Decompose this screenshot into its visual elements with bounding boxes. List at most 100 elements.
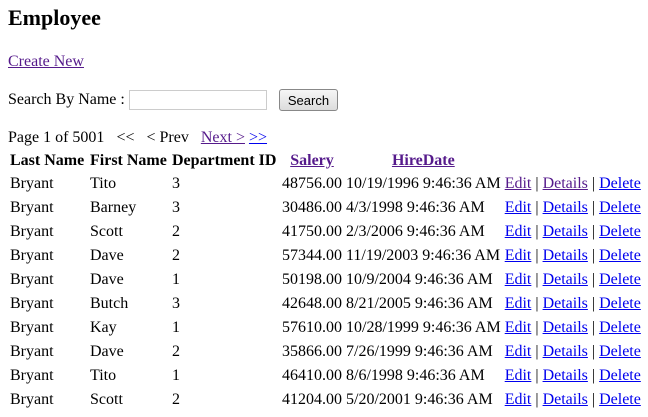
cell-department-id: 2 bbox=[172, 391, 180, 408]
cell-first-name: Tito bbox=[90, 175, 117, 192]
separator: | bbox=[535, 343, 539, 360]
row-actions: Edit | Details | Delete bbox=[503, 220, 643, 244]
cell-salery: 41750.00 bbox=[282, 223, 342, 240]
details-link[interactable]: Details bbox=[543, 199, 588, 216]
separator: | bbox=[535, 175, 539, 192]
cell-hiredate: 5/20/2001 9:46:36 AM bbox=[346, 391, 493, 408]
search-bar: Search By Name : Search bbox=[8, 89, 339, 111]
col-salery: Salery bbox=[280, 150, 344, 172]
separator: | bbox=[535, 199, 539, 216]
table-row: Bryant Butch 3 42648.00 8/21/2005 9:46:36 AM… bbox=[8, 292, 643, 316]
separator: | bbox=[591, 319, 596, 336]
row-actions: Edit | Details | Delete bbox=[503, 292, 643, 316]
details-link[interactable]: Details bbox=[543, 247, 588, 264]
last-page-link[interactable]: >> bbox=[249, 129, 267, 146]
table-row: Bryant Scott 2 41750.00 2/3/2006 9:46:36 AM E… bbox=[8, 220, 643, 244]
details-link[interactable]: Details bbox=[543, 223, 588, 240]
row-actions: Edit | Details | Delete bbox=[503, 340, 643, 364]
delete-link[interactable]: Delete bbox=[599, 223, 641, 240]
details-link[interactable]: Details bbox=[543, 391, 588, 408]
cell-first-name: Scott bbox=[90, 391, 123, 408]
cell-department-id: 3 bbox=[172, 295, 180, 312]
cell-first-name: Barney bbox=[90, 199, 137, 216]
cell-department-id: 2 bbox=[172, 223, 180, 240]
delete-link[interactable]: Delete bbox=[599, 247, 641, 264]
first-page: << bbox=[116, 129, 135, 146]
row-actions: Edit | Details | Delete bbox=[503, 244, 643, 268]
edit-link[interactable]: Edit bbox=[505, 391, 532, 408]
separator: | bbox=[591, 343, 596, 360]
details-link[interactable]: Details bbox=[543, 367, 588, 384]
cell-hiredate: 10/9/2004 9:46:36 AM bbox=[346, 271, 493, 288]
cell-hiredate: 2/3/2006 9:46:36 AM bbox=[346, 223, 485, 240]
sort-salery-link[interactable]: Salery bbox=[290, 152, 334, 169]
row-actions: Edit | Details | Delete bbox=[503, 172, 643, 196]
cell-salery: 48756.00 bbox=[282, 175, 342, 192]
delete-link[interactable]: Delete bbox=[599, 343, 641, 360]
table-row: Bryant Kay 1 57610.00 10/28/1999 9:46:36 AM E… bbox=[8, 316, 643, 340]
cell-department-id: 2 bbox=[172, 343, 180, 360]
cell-hiredate: 11/19/2003 9:46:36 AM bbox=[346, 247, 501, 264]
next-page-link[interactable]: Next > bbox=[201, 129, 245, 146]
cell-last-name: Bryant bbox=[10, 199, 54, 216]
delete-link[interactable]: Delete bbox=[599, 295, 641, 312]
edit-link[interactable]: Edit bbox=[505, 199, 532, 216]
separator: | bbox=[535, 247, 539, 264]
search-button[interactable]: Search bbox=[278, 89, 339, 111]
cell-last-name: Bryant bbox=[10, 223, 54, 240]
delete-link[interactable]: Delete bbox=[599, 367, 641, 384]
details-link[interactable]: Details bbox=[543, 175, 588, 192]
separator: | bbox=[591, 247, 596, 264]
cell-salery: 46410.00 bbox=[282, 367, 342, 384]
cell-hiredate: 10/19/1996 9:46:36 AM bbox=[346, 175, 501, 192]
pager: Page 1 of 5001 << < Prev Next > >> bbox=[8, 129, 275, 147]
col-actions bbox=[503, 150, 643, 172]
cell-salery: 30486.00 bbox=[282, 199, 342, 216]
delete-link[interactable]: Delete bbox=[599, 319, 641, 336]
separator: | bbox=[535, 295, 539, 312]
edit-link[interactable]: Edit bbox=[505, 343, 532, 360]
delete-link[interactable]: Delete bbox=[599, 271, 641, 288]
page-info: Page 1 of 5001 bbox=[8, 129, 105, 146]
search-input[interactable] bbox=[128, 90, 267, 110]
edit-link[interactable]: Edit bbox=[505, 271, 532, 288]
search-label: Search By Name : bbox=[8, 91, 125, 108]
cell-last-name: Bryant bbox=[10, 295, 54, 312]
cell-department-id: 1 bbox=[172, 367, 180, 384]
cell-department-id: 2 bbox=[172, 247, 180, 264]
cell-department-id: 3 bbox=[172, 199, 180, 216]
edit-link[interactable]: Edit bbox=[505, 223, 532, 240]
cell-first-name: Scott bbox=[90, 223, 123, 240]
create-new-link[interactable]: Create New bbox=[8, 53, 84, 71]
cell-hiredate: 8/6/1998 9:46:36 AM bbox=[346, 367, 485, 384]
details-link[interactable]: Details bbox=[543, 271, 588, 288]
employee-table: Last Name First Name Department ID Saler… bbox=[8, 150, 643, 412]
separator: | bbox=[535, 271, 539, 288]
separator: | bbox=[535, 319, 539, 336]
cell-first-name: Kay bbox=[90, 319, 117, 336]
cell-last-name: Bryant bbox=[10, 367, 54, 384]
cell-salery: 57344.00 bbox=[282, 247, 342, 264]
separator: | bbox=[535, 367, 539, 384]
cell-hiredate: 7/26/1999 9:46:36 AM bbox=[346, 343, 493, 360]
details-link[interactable]: Details bbox=[543, 295, 588, 312]
row-actions: Edit | Details | Delete bbox=[503, 268, 643, 292]
cell-last-name: Bryant bbox=[10, 319, 54, 336]
table-row: Bryant Tito 3 48756.00 10/19/1996 9:46:36 AM… bbox=[8, 172, 643, 196]
delete-link[interactable]: Delete bbox=[599, 175, 641, 192]
edit-link[interactable]: Edit bbox=[505, 319, 532, 336]
sort-hiredate-link[interactable]: HireDate bbox=[392, 152, 455, 169]
delete-link[interactable]: Delete bbox=[599, 199, 641, 216]
cell-salery: 57610.00 bbox=[282, 319, 342, 336]
delete-link[interactable]: Delete bbox=[599, 391, 641, 408]
edit-link[interactable]: Edit bbox=[505, 367, 532, 384]
separator: | bbox=[591, 223, 596, 240]
cell-first-name: Dave bbox=[90, 343, 124, 360]
edit-link[interactable]: Edit bbox=[505, 247, 532, 264]
cell-department-id: 1 bbox=[172, 319, 180, 336]
details-link[interactable]: Details bbox=[543, 343, 588, 360]
edit-link[interactable]: Edit bbox=[505, 175, 532, 192]
row-actions: Edit | Details | Delete bbox=[503, 196, 643, 220]
edit-link[interactable]: Edit bbox=[505, 295, 532, 312]
details-link[interactable]: Details bbox=[543, 319, 588, 336]
